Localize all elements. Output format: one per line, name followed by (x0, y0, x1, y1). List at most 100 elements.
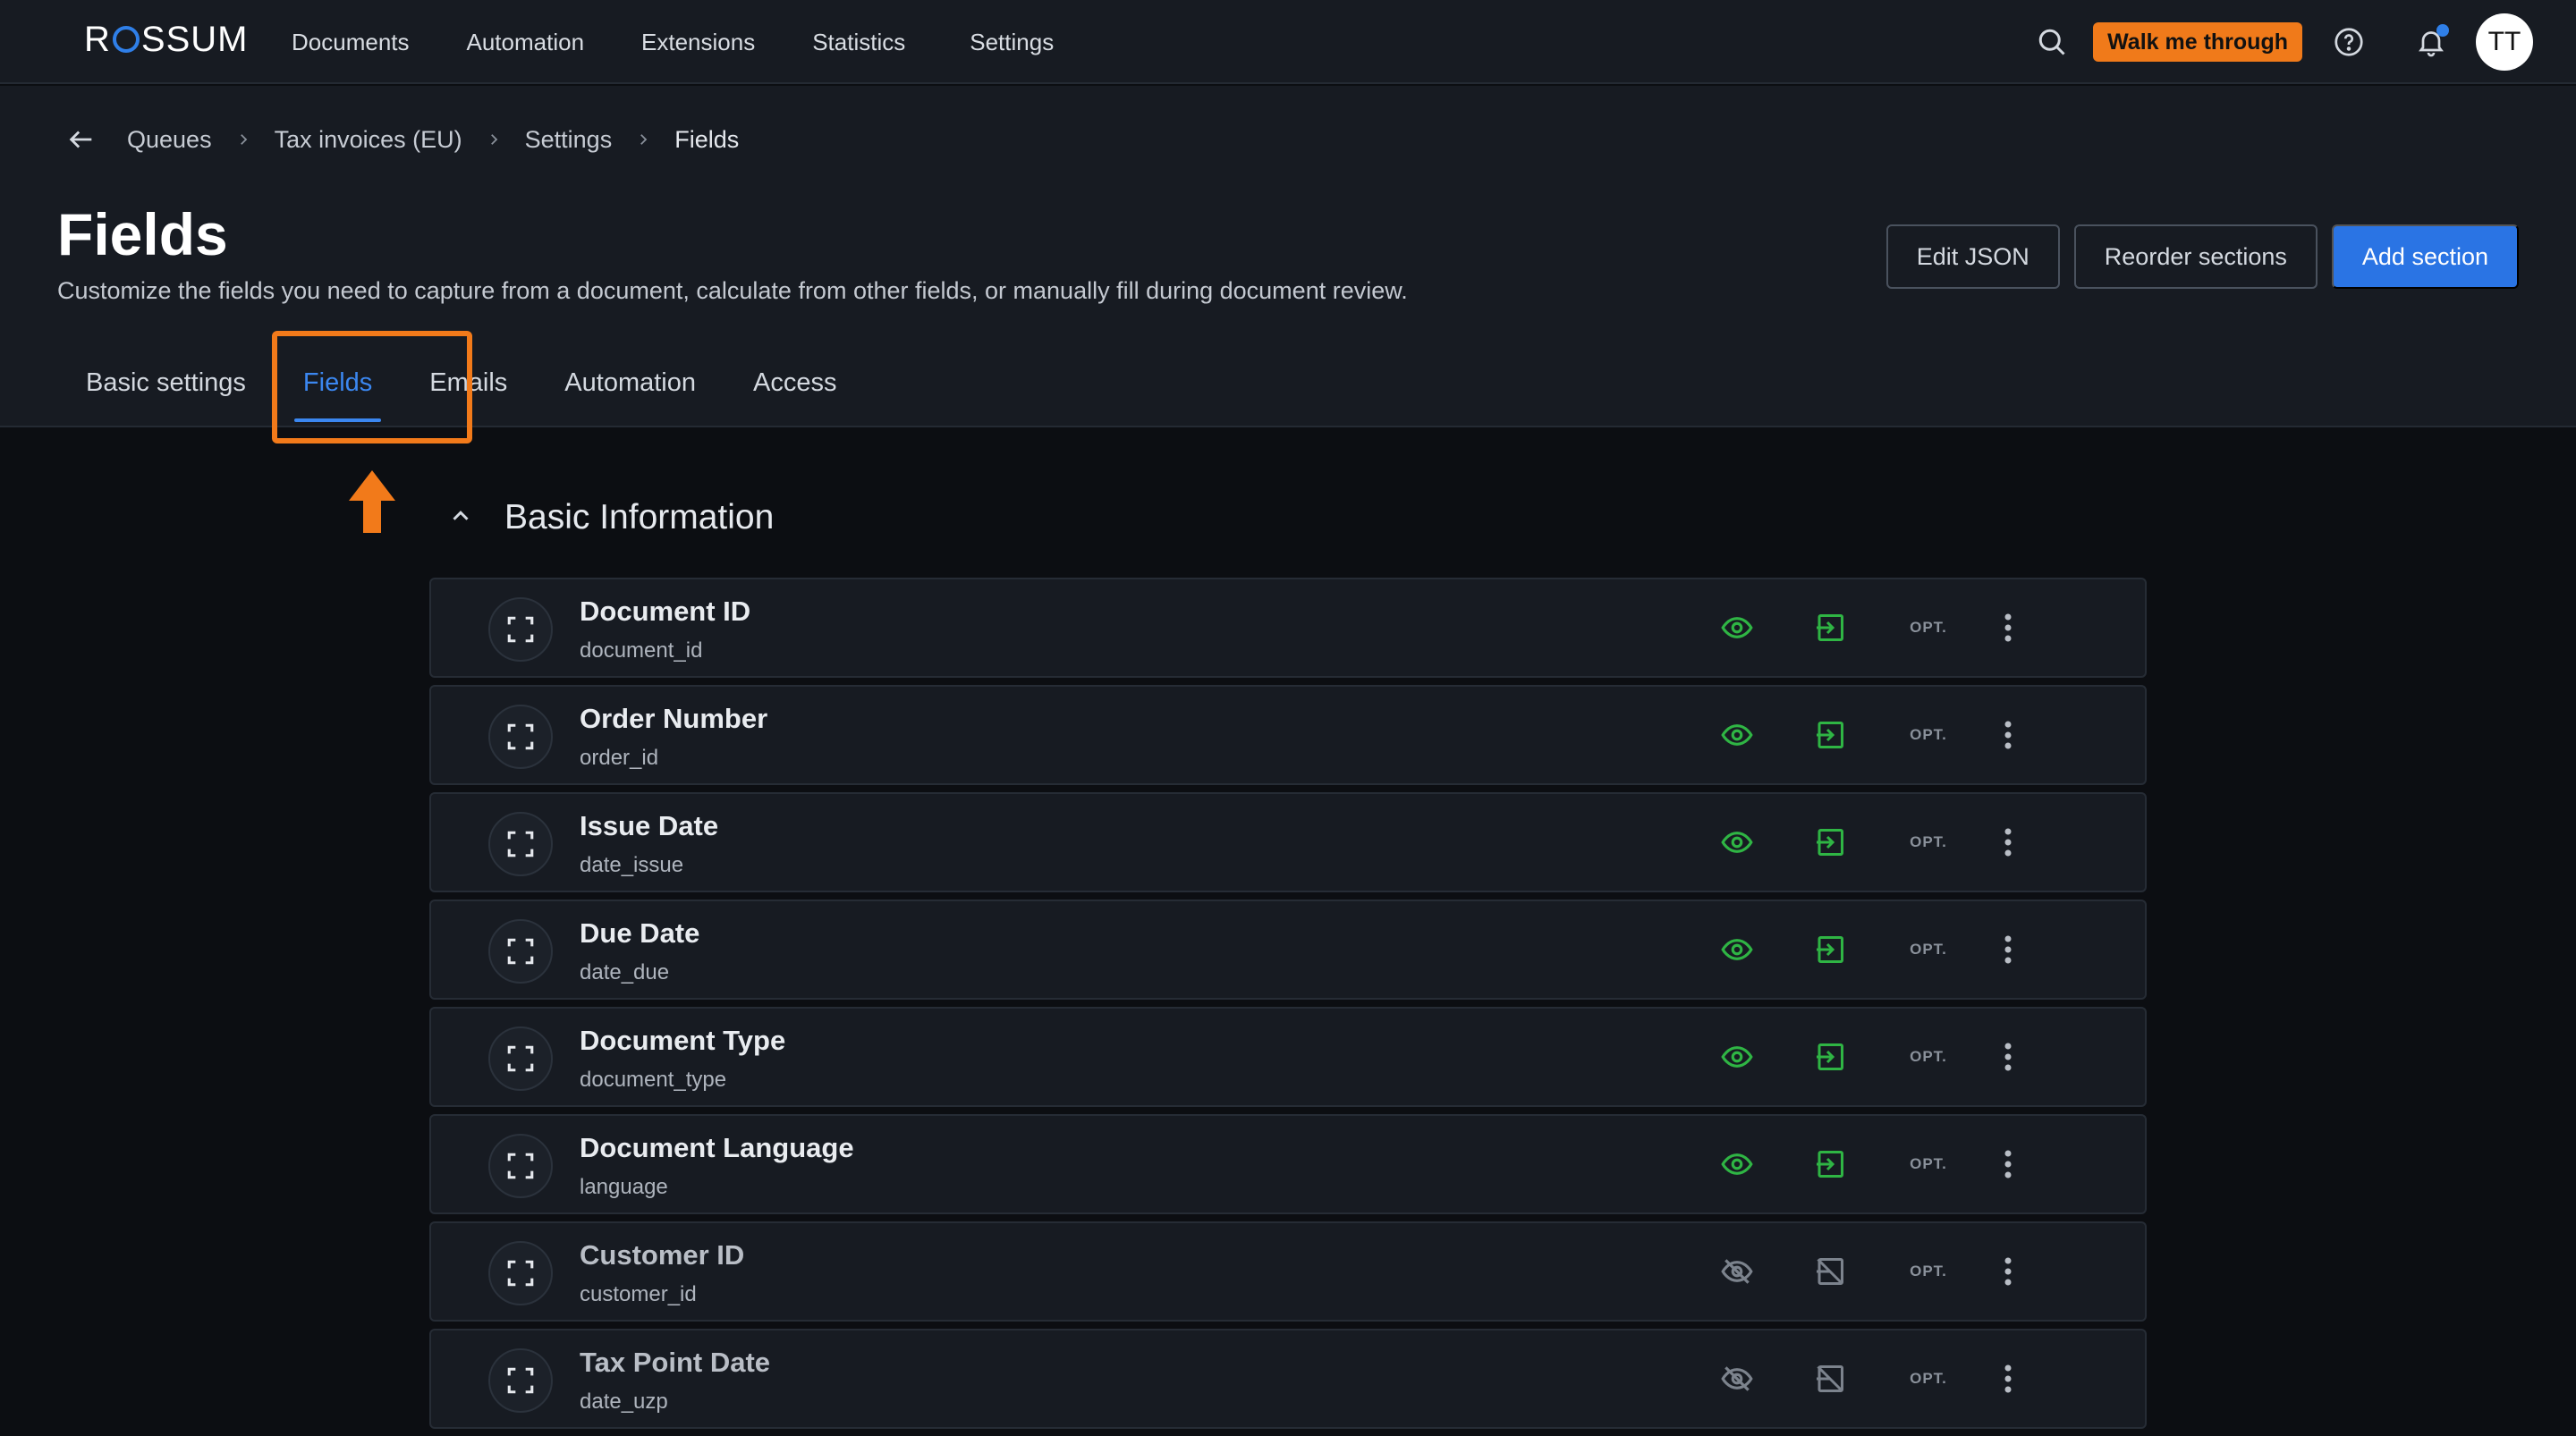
field-id: date_uzp (580, 1390, 668, 1414)
arrow-left-icon[interactable] (66, 124, 97, 155)
tab-access[interactable]: Access (724, 354, 865, 427)
no-edit-icon[interactable] (1809, 1357, 1852, 1400)
main-nav: Documents Automation Extensions Statisti… (292, 0, 1111, 84)
logo-text-end: SSUM (140, 20, 249, 59)
chevron-right-icon (235, 131, 251, 148)
kebab-icon[interactable] (1995, 1143, 2021, 1186)
reorder-sections-button[interactable]: Reorder sections (2073, 224, 2318, 289)
eye-icon[interactable] (1716, 821, 1758, 864)
capture-frame-icon (488, 597, 553, 662)
optional-badge[interactable]: OPT. (1902, 1370, 1955, 1388)
eye-icon[interactable] (1716, 714, 1758, 756)
field-row-customer-id[interactable]: Customer ID customer_id OPT. (429, 1221, 2147, 1322)
field-label: Tax Point Date (580, 1347, 771, 1378)
optional-badge[interactable]: OPT. (1902, 1155, 1955, 1173)
page-header: Queues Tax invoices (EU) Settings Fields… (0, 86, 2576, 427)
kebab-icon[interactable] (1995, 1357, 2021, 1400)
capture-frame-icon (488, 1241, 553, 1305)
chevron-up-icon[interactable] (447, 503, 474, 534)
field-row-document-type[interactable]: Document Type document_type OPT. (429, 1007, 2147, 1107)
page-title: Fields (57, 201, 228, 267)
nav-settings[interactable]: Settings (970, 29, 1054, 56)
bell-icon[interactable] (2410, 21, 2453, 63)
kebab-icon[interactable] (1995, 821, 2021, 864)
field-row-document-id[interactable]: Document ID document_id OPT. (429, 578, 2147, 678)
breadcrumb-queue[interactable]: Tax invoices (EU) (275, 126, 462, 154)
add-section-button[interactable]: Add section (2331, 224, 2519, 289)
avatar[interactable]: TT (2476, 13, 2533, 71)
optional-badge[interactable]: OPT. (1902, 1048, 1955, 1066)
field-id: order_id (580, 746, 659, 770)
edit-json-button[interactable]: Edit JSON (1885, 224, 2060, 289)
enter-icon[interactable] (1809, 1035, 1852, 1078)
eye-icon[interactable] (1716, 1143, 1758, 1186)
section-header: Basic Information (447, 490, 774, 545)
eye-off-icon[interactable] (1716, 1250, 1758, 1293)
capture-frame-icon (488, 705, 553, 769)
breadcrumb-fields: Fields (674, 125, 740, 153)
top-right-controls: Walk me through TT (2030, 0, 2533, 84)
help-icon[interactable] (2327, 21, 2370, 63)
field-label: Document Type (580, 1025, 786, 1056)
nav-statistics[interactable]: Statistics (812, 29, 905, 56)
field-row-document-language[interactable]: Document Language language OPT. (429, 1114, 2147, 1214)
capture-frame-icon (488, 1026, 553, 1091)
breadcrumb-settings[interactable]: Settings (525, 126, 613, 154)
eye-off-icon[interactable] (1716, 1357, 1758, 1400)
arrow-up-annotation-icon (349, 470, 395, 537)
field-id: document_id (580, 638, 703, 663)
header-actions: Edit JSON Reorder sections Add section (1872, 224, 2519, 289)
kebab-icon[interactable] (1995, 1035, 2021, 1078)
chevron-right-icon (635, 131, 651, 148)
tab-automation[interactable]: Automation (536, 354, 724, 427)
rossum-logo[interactable]: R SSUM (84, 20, 248, 59)
optional-badge[interactable]: OPT. (1902, 941, 1955, 959)
field-label: Customer ID (580, 1239, 745, 1271)
logo-text-start: R (84, 20, 111, 59)
kebab-icon[interactable] (1995, 606, 2021, 649)
nav-extensions[interactable]: Extensions (641, 29, 755, 56)
tab-emails[interactable]: Emails (401, 354, 536, 427)
optional-badge[interactable]: OPT. (1902, 1263, 1955, 1280)
tab-fields[interactable]: Fields (275, 354, 401, 427)
eye-icon[interactable] (1716, 606, 1758, 649)
breadcrumb-queues[interactable]: Queues (127, 126, 212, 154)
eye-icon[interactable] (1716, 928, 1758, 971)
field-label: Issue Date (580, 810, 719, 841)
field-row-issue-date[interactable]: Issue Date date_issue OPT. (429, 792, 2147, 892)
kebab-icon[interactable] (1995, 1250, 2021, 1293)
settings-tabs: Basic settings Fields Emails Automation … (57, 354, 865, 427)
nav-automation[interactable]: Automation (467, 29, 585, 56)
field-label: Document Language (580, 1132, 854, 1163)
walk-me-through-button[interactable]: Walk me through (2093, 22, 2302, 62)
field-label: Order Number (580, 703, 768, 734)
kebab-icon[interactable] (1995, 928, 2021, 971)
field-id: document_type (580, 1068, 727, 1092)
enter-icon[interactable] (1809, 821, 1852, 864)
field-label: Due Date (580, 917, 700, 949)
optional-badge[interactable]: OPT. (1902, 619, 1955, 637)
field-id: customer_id (580, 1282, 697, 1306)
kebab-icon[interactable] (1995, 714, 2021, 756)
no-edit-icon[interactable] (1809, 1250, 1852, 1293)
nav-documents[interactable]: Documents (292, 29, 410, 56)
enter-icon[interactable] (1809, 714, 1852, 756)
eye-icon[interactable] (1716, 1035, 1758, 1078)
field-row-due-date[interactable]: Due Date date_due OPT. (429, 900, 2147, 1000)
optional-badge[interactable]: OPT. (1902, 726, 1955, 744)
top-navigation-bar: R SSUM Documents Automation Extensions St… (0, 0, 2576, 84)
enter-icon[interactable] (1809, 1143, 1852, 1186)
field-row-tax-point-date[interactable]: Tax Point Date date_uzp OPT. (429, 1329, 2147, 1429)
optional-badge[interactable]: OPT. (1902, 833, 1955, 851)
notification-dot (2436, 24, 2449, 37)
capture-frame-icon (488, 812, 553, 876)
enter-icon[interactable] (1809, 606, 1852, 649)
search-icon[interactable] (2030, 21, 2073, 63)
enter-icon[interactable] (1809, 928, 1852, 971)
field-id: date_issue (580, 853, 684, 877)
tab-basic-settings[interactable]: Basic settings (57, 354, 275, 427)
page-description: Customize the fields you need to capture… (57, 277, 1408, 304)
breadcrumb: Queues Tax invoices (EU) Settings Fields (66, 123, 739, 156)
field-row-order-number[interactable]: Order Number order_id OPT. (429, 685, 2147, 785)
capture-frame-icon (488, 1348, 553, 1413)
